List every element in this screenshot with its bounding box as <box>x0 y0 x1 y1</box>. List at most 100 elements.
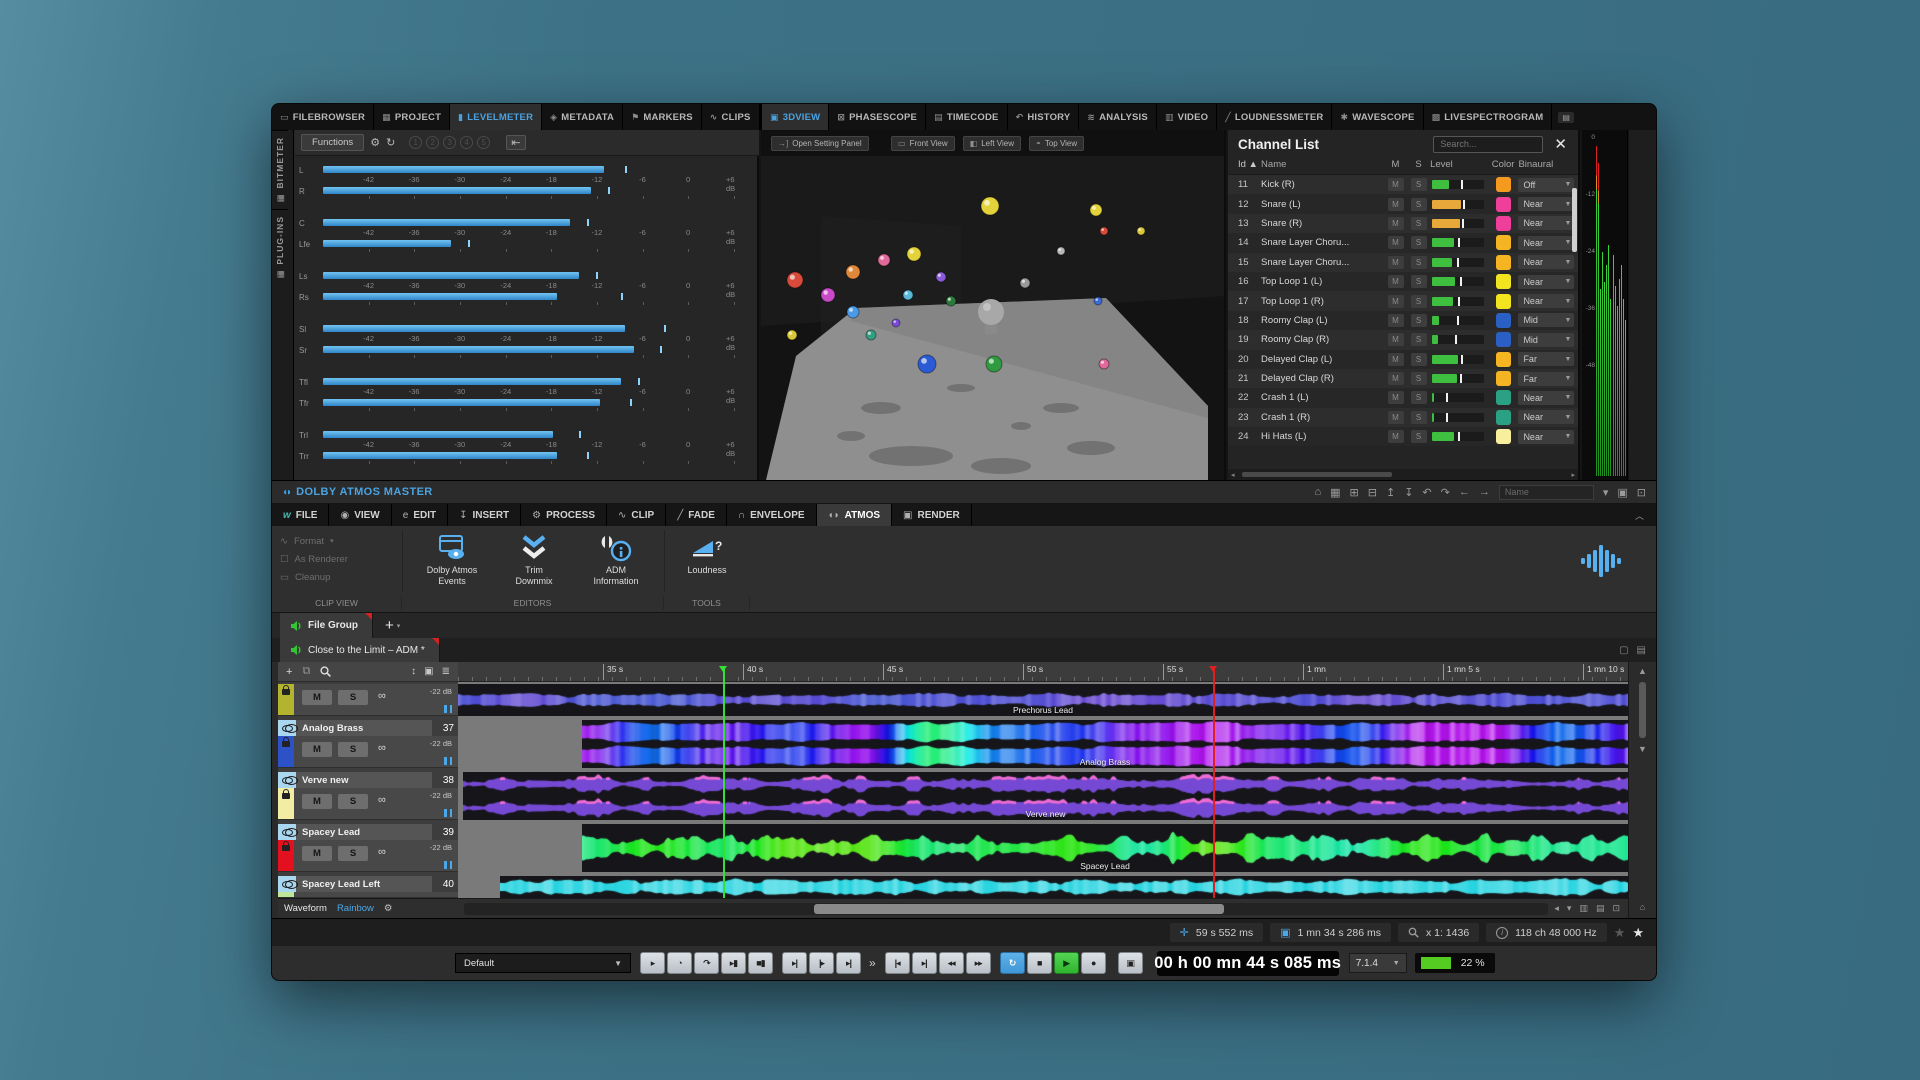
marker-play-button[interactable]: ▣ <box>1118 952 1143 974</box>
name-box[interactable]: Name <box>1499 485 1594 500</box>
track-lane[interactable] <box>458 876 1628 898</box>
panel-tab-video[interactable]: ▥VIDEO <box>1157 104 1217 130</box>
binaural-select[interactable]: Near▼ <box>1518 236 1574 250</box>
channel-row[interactable]: 11Kick (R)MSOff▼ <box>1228 175 1578 194</box>
transport-nav-button[interactable]: ▸| <box>912 952 937 974</box>
audio-clip[interactable]: Verve new <box>463 772 1628 820</box>
object-sphere[interactable] <box>907 247 921 261</box>
menu-insert[interactable]: ↧INSERT <box>448 504 521 526</box>
track-mute-button[interactable]: M <box>302 794 332 809</box>
mute-button[interactable]: M <box>1388 217 1404 230</box>
channel-color-swatch[interactable] <box>1496 313 1511 328</box>
side-tab-bitmeter[interactable]: ▦ BITMETER <box>272 130 288 209</box>
track-name-row[interactable]: Analog Brass37 <box>278 720 458 736</box>
track-solo-button[interactable]: S <box>338 794 368 809</box>
track-name-row[interactable]: Spacey Lead39 <box>278 824 458 840</box>
panel-tab-metadata[interactable]: ◈METADATA <box>542 104 623 130</box>
channel-row[interactable]: 16Top Loop 1 (L)MSNear▼ <box>1228 272 1578 291</box>
channel-row[interactable]: 19Roomy Clap (R)MSMid▼ <box>1228 330 1578 349</box>
lock-icon[interactable] <box>282 741 290 747</box>
file-group-tab[interactable]: File Group <box>280 613 373 638</box>
header-icon[interactable]: ▣ <box>1617 486 1627 499</box>
object-sphere[interactable] <box>1137 227 1145 235</box>
binaural-select[interactable]: Near▼ <box>1518 275 1574 289</box>
track-view-icon[interactable]: ↕ <box>411 666 416 677</box>
object-sphere[interactable] <box>787 272 803 288</box>
track-name-row[interactable]: Spacey Lead Left40 <box>278 876 458 892</box>
channel-row[interactable]: 20Delayed Clap (L)MSFar▼ <box>1228 350 1578 369</box>
column-header[interactable]: Color <box>1488 159 1519 170</box>
track-solo-button[interactable]: S <box>338 690 368 705</box>
close-icon[interactable]: ✕ <box>1551 135 1570 153</box>
mute-button[interactable]: M <box>1388 236 1404 249</box>
solo-button[interactable]: S <box>1411 198 1427 211</box>
mute-button[interactable]: M <box>1388 256 1404 269</box>
header-icon[interactable]: ▾ <box>1603 486 1609 499</box>
menu-clip[interactable]: ∿CLIP <box>607 504 666 526</box>
binaural-select[interactable]: Near▼ <box>1518 294 1574 308</box>
mute-button[interactable]: M <box>1388 198 1404 211</box>
transport-preset-select[interactable]: Default▼ <box>455 953 631 973</box>
lock-icon[interactable] <box>282 689 290 695</box>
track-view-icon[interactable]: ▣ <box>424 666 433 677</box>
solo-button[interactable]: S <box>1411 275 1427 288</box>
add-tab-button[interactable]: + <box>385 617 394 634</box>
preset-slot[interactable]: 1 <box>409 136 422 149</box>
audio-clip[interactable]: Prechorus Lead <box>458 684 1628 716</box>
audio-clip[interactable]: Analog Brass <box>582 720 1628 768</box>
channel-row[interactable]: 18Roomy Clap (L)MSMid▼ <box>1228 311 1578 330</box>
scroll-right-icon[interactable]: ▸ <box>1568 471 1578 479</box>
menu-edit[interactable]: eEDIT <box>392 504 448 526</box>
solo-button[interactable]: S <box>1411 411 1427 424</box>
menu-file[interactable]: wFILE <box>272 504 329 526</box>
mute-button[interactable]: M <box>1388 295 1404 308</box>
object-sphere[interactable] <box>1090 204 1102 216</box>
scroll-thumb[interactable] <box>1242 472 1392 477</box>
channel-row[interactable]: 23Crash 1 (R)MSNear▼ <box>1228 408 1578 427</box>
channel-row[interactable]: 14Snare Layer Choru...MSNear▼ <box>1228 233 1578 252</box>
play-button[interactable]: ▶ <box>1054 952 1079 974</box>
channel-color-swatch[interactable] <box>1496 197 1511 212</box>
panel-tab-3dview[interactable]: ▣3DVIEW <box>762 104 829 130</box>
mute-button[interactable]: M <box>1388 178 1404 191</box>
channel-config-select[interactable]: 7.1.4▼ <box>1349 953 1407 973</box>
object-sphere[interactable] <box>821 288 835 302</box>
track-color-strip[interactable] <box>278 684 294 715</box>
panel-tab-clips[interactable]: ∿CLIPS <box>702 104 760 130</box>
track-lane[interactable]: Analog Brass <box>458 720 1628 768</box>
track-color-strip[interactable] <box>278 892 294 897</box>
transport-button[interactable]: ■▮ <box>748 952 773 974</box>
channel-color-swatch[interactable] <box>1496 410 1511 425</box>
transport-button[interactable]: |▸ <box>809 952 834 974</box>
object-sphere[interactable] <box>1020 278 1030 288</box>
panel-tab-timecode[interactable]: ▤TIMECODE <box>926 104 1007 130</box>
loop-button[interactable]: ↻ <box>1000 952 1025 974</box>
clipview-format[interactable]: ∿Format▾ <box>280 532 398 550</box>
menu-atmos[interactable]: ◖◗ATMOS <box>817 504 892 526</box>
track-lane[interactable]: Verve new <box>458 772 1628 820</box>
solo-button[interactable]: S <box>1411 295 1427 308</box>
magnifier-icon[interactable] <box>320 666 331 677</box>
header-icon[interactable]: ↷ <box>1441 486 1450 499</box>
horizontal-scrollbar[interactable] <box>464 903 1548 915</box>
side-tab-plug-ins[interactable]: ▦ PLUG-INS <box>272 209 288 285</box>
channel-color-swatch[interactable] <box>1496 255 1511 270</box>
object-sphere[interactable] <box>936 272 946 282</box>
object-sphere[interactable] <box>946 296 956 306</box>
channel-color-swatch[interactable] <box>1496 371 1511 386</box>
header-icon[interactable]: ⊞ <box>1350 486 1359 499</box>
mute-button[interactable]: M <box>1388 314 1404 327</box>
menu-view[interactable]: ◉VIEW <box>329 504 391 526</box>
panel-tab-filebrowser[interactable]: ▭FILEBROWSER <box>272 104 374 130</box>
channel-list-vscrollbar[interactable] <box>1572 188 1577 252</box>
object-sphere[interactable] <box>918 355 936 373</box>
channel-color-swatch[interactable] <box>1496 274 1511 289</box>
track-solo-button[interactable]: S <box>338 846 368 861</box>
view-button-top-view[interactable]: ◓Top View <box>1029 136 1084 151</box>
corner-icon[interactable]: ⊡ <box>1612 903 1620 914</box>
corner-icon[interactable]: ◂ <box>1554 903 1559 914</box>
collapse-ribbon-icon[interactable]: ︿ <box>1623 504 1656 526</box>
binaural-select[interactable]: Near▼ <box>1518 197 1574 211</box>
binaural-select[interactable]: Far▼ <box>1518 352 1574 366</box>
panel-tab-analysis[interactable]: ≋ANALYSIS <box>1079 104 1157 130</box>
